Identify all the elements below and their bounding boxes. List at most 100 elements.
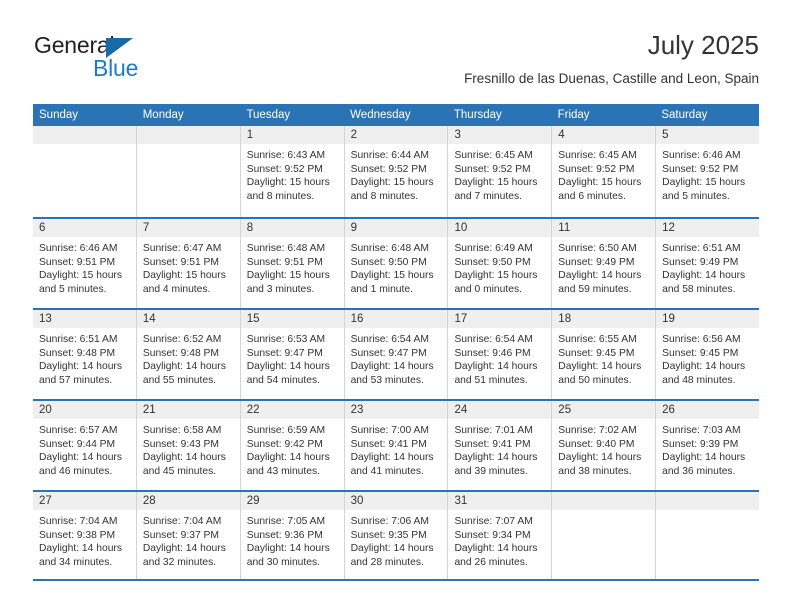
calendar-week-row: 13 Sunrise: 6:51 AM Sunset: 9:48 PM Dayligh…: [33, 308, 760, 399]
day-number: 14: [136, 310, 240, 328]
calendar-day-cell[interactable]: 1 Sunrise: 6:43 AM Sunset: 9:52 PM Daylight…: [240, 126, 345, 217]
sunset-text: Sunset: 9:46 PM: [454, 347, 531, 359]
sunrise-text: Sunrise: 6:51 AM: [39, 334, 118, 345]
calendar-day-cell[interactable]: 12 Sunrise: 6:51 AM Sunset: 9:49 PM Dayligh…: [656, 219, 760, 308]
daylight-text-line1: Daylight: 14 hours: [662, 361, 746, 373]
day-number: 31: [448, 492, 552, 510]
calendar-day-cell[interactable]: 4 Sunrise: 6:45 AM Sunset: 9:52 PM Daylight…: [552, 126, 657, 217]
calendar-day-cell[interactable]: 10 Sunrise: 6:49 AM Sunset: 9:50 PM Dayligh…: [448, 219, 553, 308]
calendar-day-cell[interactable]: 6 Sunrise: 6:46 AM Sunset: 9:51 PM Daylight…: [33, 219, 137, 308]
calendar-cell-empty: [136, 126, 241, 217]
sunset-text: Sunset: 9:52 PM: [246, 163, 323, 175]
daylight-text-line2: and 39 minutes.: [454, 465, 528, 477]
day-details: Sunrise: 7:05 AM Sunset: 9:36 PM Daylight:…: [241, 510, 344, 569]
sunrise-text: Sunrise: 7:04 AM: [142, 516, 222, 527]
daylight-text-line1: Daylight: 15 hours: [246, 270, 330, 282]
day-number: 12: [656, 219, 760, 237]
daylight-text-line1: Daylight: 15 hours: [454, 177, 538, 189]
day-number: 1: [240, 126, 344, 144]
calendar-day-cell[interactable]: 19 Sunrise: 6:56 AM Sunset: 9:45 PM Dayligh…: [656, 310, 760, 399]
calendar-day-cell[interactable]: 2 Sunrise: 6:44 AM Sunset: 9:52 PM Daylight…: [344, 126, 449, 217]
calendar-day-cell[interactable]: 27 Sunrise: 7:04 AM Sunset: 9:38 PM Dayligh…: [33, 492, 137, 579]
calendar-day-cell[interactable]: 26 Sunrise: 7:03 AM Sunset: 9:39 PM Dayligh…: [656, 401, 760, 490]
calendar-day-cell[interactable]: 7 Sunrise: 6:47 AM Sunset: 9:51 PM Daylight…: [136, 219, 241, 308]
daylight-text-line2: and 28 minutes.: [350, 556, 424, 568]
calendar-day-cell[interactable]: 30 Sunrise: 7:06 AM Sunset: 9:35 PM Dayligh…: [344, 492, 449, 579]
daylight-text-line2: and 43 minutes.: [246, 465, 320, 477]
sunrise-text: Sunrise: 6:56 AM: [662, 334, 741, 345]
daylight-text-line1: Daylight: 14 hours: [246, 543, 330, 555]
sunrise-text: Sunrise: 6:54 AM: [454, 334, 533, 345]
daylight-text-line1: Daylight: 15 hours: [558, 177, 642, 189]
calendar-day-cell[interactable]: 5 Sunrise: 6:46 AM Sunset: 9:52 PM Daylight…: [656, 126, 760, 217]
daylight-text-line2: and 0 minutes.: [454, 283, 522, 295]
sunrise-text: Sunrise: 6:48 AM: [246, 243, 326, 254]
day-details: Sunrise: 6:43 AM Sunset: 9:52 PM Daylight:…: [241, 144, 344, 203]
daylight-text-line1: Daylight: 14 hours: [558, 452, 642, 464]
calendar-day-cell[interactable]: 31 Sunrise: 7:07 AM Sunset: 9:34 PM Dayligh…: [448, 492, 553, 579]
day-number: [33, 126, 136, 144]
day-number: 6: [33, 219, 136, 237]
title-block: July 2025 Fresnillo de las Duenas, Casti…: [464, 30, 759, 87]
daylight-text-line2: and 5 minutes.: [662, 190, 730, 202]
calendar-day-cell[interactable]: 21 Sunrise: 6:58 AM Sunset: 9:43 PM Dayligh…: [136, 401, 241, 490]
daylight-text-line2: and 5 minutes.: [39, 283, 107, 295]
calendar-day-cell[interactable]: 13 Sunrise: 6:51 AM Sunset: 9:48 PM Dayligh…: [33, 310, 137, 399]
day-of-week-tuesday: Tuesday: [246, 109, 291, 121]
day-details: Sunrise: 6:51 AM Sunset: 9:49 PM Daylight:…: [656, 237, 759, 296]
daylight-text-line1: Daylight: 14 hours: [454, 361, 538, 373]
daylight-text-line1: Daylight: 14 hours: [454, 452, 538, 464]
sunrise-text: Sunrise: 6:53 AM: [246, 334, 326, 345]
calendar-day-cell[interactable]: 3 Sunrise: 6:45 AM Sunset: 9:52 PM Daylight…: [448, 126, 553, 217]
brand-name-blue: Blue: [93, 55, 139, 81]
sunset-text: Sunset: 9:37 PM: [142, 529, 219, 541]
calendar-day-cell[interactable]: 11 Sunrise: 6:50 AM Sunset: 9:49 PM Dayligh…: [552, 219, 657, 308]
calendar-day-cell[interactable]: 15 Sunrise: 6:53 AM Sunset: 9:47 PM Dayligh…: [240, 310, 345, 399]
day-number: [136, 126, 240, 144]
calendar-day-cell[interactable]: 29 Sunrise: 7:05 AM Sunset: 9:36 PM Dayligh…: [240, 492, 345, 579]
day-details: Sunrise: 7:01 AM Sunset: 9:41 PM Daylight:…: [448, 419, 551, 478]
daylight-text-line2: and 50 minutes.: [558, 374, 632, 386]
sunset-text: Sunset: 9:35 PM: [350, 529, 427, 541]
calendar-day-cell[interactable]: 17 Sunrise: 6:54 AM Sunset: 9:46 PM Dayligh…: [448, 310, 553, 399]
day-of-week-thursday: Thursday: [453, 109, 502, 121]
calendar-day-cell[interactable]: 16 Sunrise: 6:54 AM Sunset: 9:47 PM Dayligh…: [344, 310, 449, 399]
day-number: [552, 492, 656, 510]
day-of-week-friday: Friday: [557, 109, 590, 121]
daylight-text-line2: and 54 minutes.: [246, 374, 320, 386]
daylight-text-line1: Daylight: 14 hours: [558, 270, 642, 282]
day-of-week-header: Sunday Monday Tuesday Wednesday Thursday Frid…: [33, 104, 759, 126]
sunrise-text: Sunrise: 7:07 AM: [454, 516, 533, 527]
sunset-text: Sunset: 9:51 PM: [39, 256, 116, 268]
daylight-text-line1: Daylight: 14 hours: [39, 361, 122, 373]
sunset-text: Sunset: 9:40 PM: [558, 438, 635, 450]
sunset-text: Sunset: 9:52 PM: [558, 163, 635, 175]
daylight-text-line2: and 38 minutes.: [558, 465, 632, 477]
calendar-day-cell[interactable]: 28 Sunrise: 7:04 AM Sunset: 9:37 PM Dayligh…: [136, 492, 241, 579]
day-number: 20: [33, 401, 136, 419]
calendar-day-cell[interactable]: 25 Sunrise: 7:02 AM Sunset: 9:40 PM Dayligh…: [552, 401, 657, 490]
page-title: July 2025: [647, 30, 759, 60]
calendar-day-cell[interactable]: 24 Sunrise: 7:01 AM Sunset: 9:41 PM Dayligh…: [448, 401, 553, 490]
day-details: Sunrise: 6:45 AM Sunset: 9:52 PM Daylight:…: [448, 144, 551, 203]
day-details: Sunrise: 7:06 AM Sunset: 9:35 PM Daylight:…: [345, 510, 448, 569]
brand-logo[interactable]: General Blue: [33, 30, 243, 86]
calendar-day-cell[interactable]: 14 Sunrise: 6:52 AM Sunset: 9:48 PM Dayligh…: [136, 310, 241, 399]
sunrise-text: Sunrise: 7:02 AM: [558, 425, 637, 436]
calendar-day-cell[interactable]: 8 Sunrise: 6:48 AM Sunset: 9:51 PM Daylight…: [240, 219, 345, 308]
calendar-day-cell[interactable]: 18 Sunrise: 6:55 AM Sunset: 9:45 PM Dayligh…: [552, 310, 657, 399]
day-number: 13: [33, 310, 136, 328]
sunset-text: Sunset: 9:48 PM: [142, 347, 219, 359]
day-number: 21: [136, 401, 240, 419]
daylight-text-line2: and 55 minutes.: [142, 374, 217, 386]
daylight-text-line2: and 32 minutes.: [142, 556, 217, 568]
sunrise-text: Sunrise: 6:51 AM: [662, 243, 741, 254]
sunset-text: Sunset: 9:47 PM: [350, 347, 427, 359]
sunrise-text: Sunrise: 6:55 AM: [558, 334, 637, 345]
calendar-day-cell[interactable]: 23 Sunrise: 7:00 AM Sunset: 9:41 PM Dayligh…: [344, 401, 449, 490]
calendar-day-cell[interactable]: 9 Sunrise: 6:48 AM Sunset: 9:50 PM Daylight…: [344, 219, 449, 308]
daylight-text-line1: Daylight: 15 hours: [350, 177, 434, 189]
daylight-text-line2: and 57 minutes.: [39, 374, 113, 386]
calendar-day-cell[interactable]: 22 Sunrise: 6:59 AM Sunset: 9:42 PM Dayligh…: [240, 401, 345, 490]
calendar-day-cell[interactable]: 20 Sunrise: 6:57 AM Sunset: 9:44 PM Dayligh…: [33, 401, 137, 490]
